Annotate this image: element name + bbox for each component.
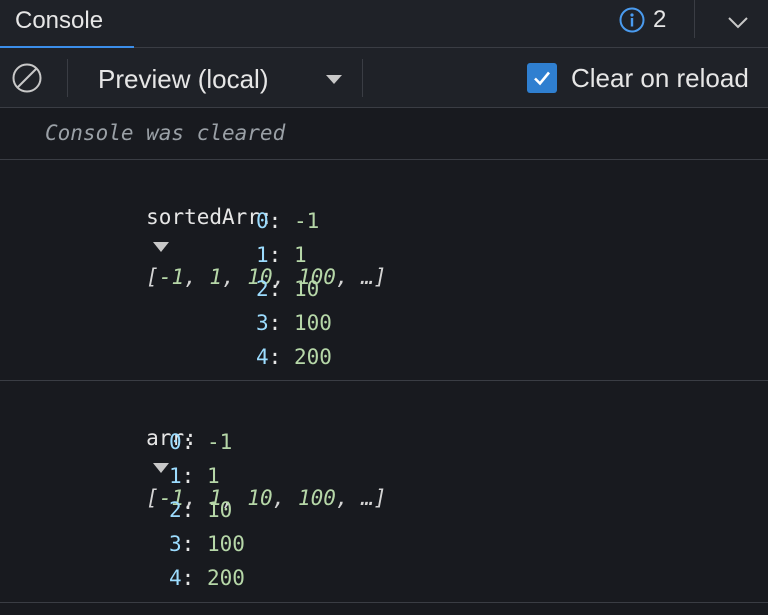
log-entry-sortedarr: sortedArr: [-1, 1, 10, 100, …] 0: -1 1: … bbox=[0, 160, 768, 381]
clear-on-reload-toggle[interactable]: Clear on reload bbox=[527, 56, 749, 100]
tab-divider bbox=[694, 0, 695, 38]
clear-console-icon[interactable] bbox=[11, 62, 43, 94]
expand-triangle-icon[interactable] bbox=[152, 461, 170, 475]
console-cleared-row: Console was cleared bbox=[0, 108, 768, 160]
array-entry: 4: 200 bbox=[256, 345, 332, 369]
array-entry: 1: 1 bbox=[169, 464, 220, 488]
chevron-down-icon[interactable] bbox=[726, 12, 750, 32]
array-entry: 3: 100 bbox=[169, 532, 245, 556]
context-select[interactable]: Preview (local) bbox=[83, 56, 349, 100]
array-entry: 2: 10 bbox=[256, 277, 320, 301]
console-toolbar: Preview (local) Clear on reload bbox=[0, 48, 768, 108]
console-output: Console was cleared sortedArr: [-1, 1, 1… bbox=[0, 108, 768, 615]
log-label: sortedArr: bbox=[146, 205, 273, 229]
devtools-console-panel: Console 2 Preview (local) Clear on reloa… bbox=[0, 0, 768, 615]
issues-counter[interactable]: 2 bbox=[619, 6, 666, 34]
context-select-value: Preview (local) bbox=[98, 64, 269, 94]
tab-bar: Console 2 bbox=[0, 0, 768, 49]
log-entry-arr: arr: [-1, 1, 10, 100, …] 0: -1 1: 1 2: 1… bbox=[0, 381, 768, 603]
array-entry: 0: -1 bbox=[256, 209, 320, 233]
array-entry: 1: 1 bbox=[256, 243, 307, 267]
array-entry: 3: 100 bbox=[256, 311, 332, 335]
expand-triangle-icon[interactable] bbox=[152, 240, 170, 254]
clear-on-reload-checkbox[interactable] bbox=[527, 63, 557, 93]
checkmark-icon bbox=[534, 71, 551, 86]
dropdown-caret-icon bbox=[326, 75, 342, 84]
issues-count: 2 bbox=[653, 6, 667, 33]
toolbar-divider bbox=[67, 59, 68, 97]
clear-on-reload-label: Clear on reload bbox=[571, 63, 749, 93]
array-entry: 2: 10 bbox=[169, 498, 233, 522]
toolbar-divider bbox=[362, 59, 363, 97]
log-header[interactable]: sortedArr: [-1, 1, 10, 100, …] bbox=[45, 172, 386, 289]
array-entry: 0: -1 bbox=[169, 430, 233, 454]
tab-console[interactable]: Console bbox=[0, 0, 134, 49]
array-entry: 4: 200 bbox=[169, 566, 245, 590]
info-circle-icon bbox=[619, 7, 645, 33]
log-header[interactable]: arr: [-1, 1, 10, 100, …] bbox=[45, 393, 386, 510]
tab-console-label: Console bbox=[15, 7, 104, 34]
console-cleared-message: Console was cleared bbox=[45, 121, 286, 145]
